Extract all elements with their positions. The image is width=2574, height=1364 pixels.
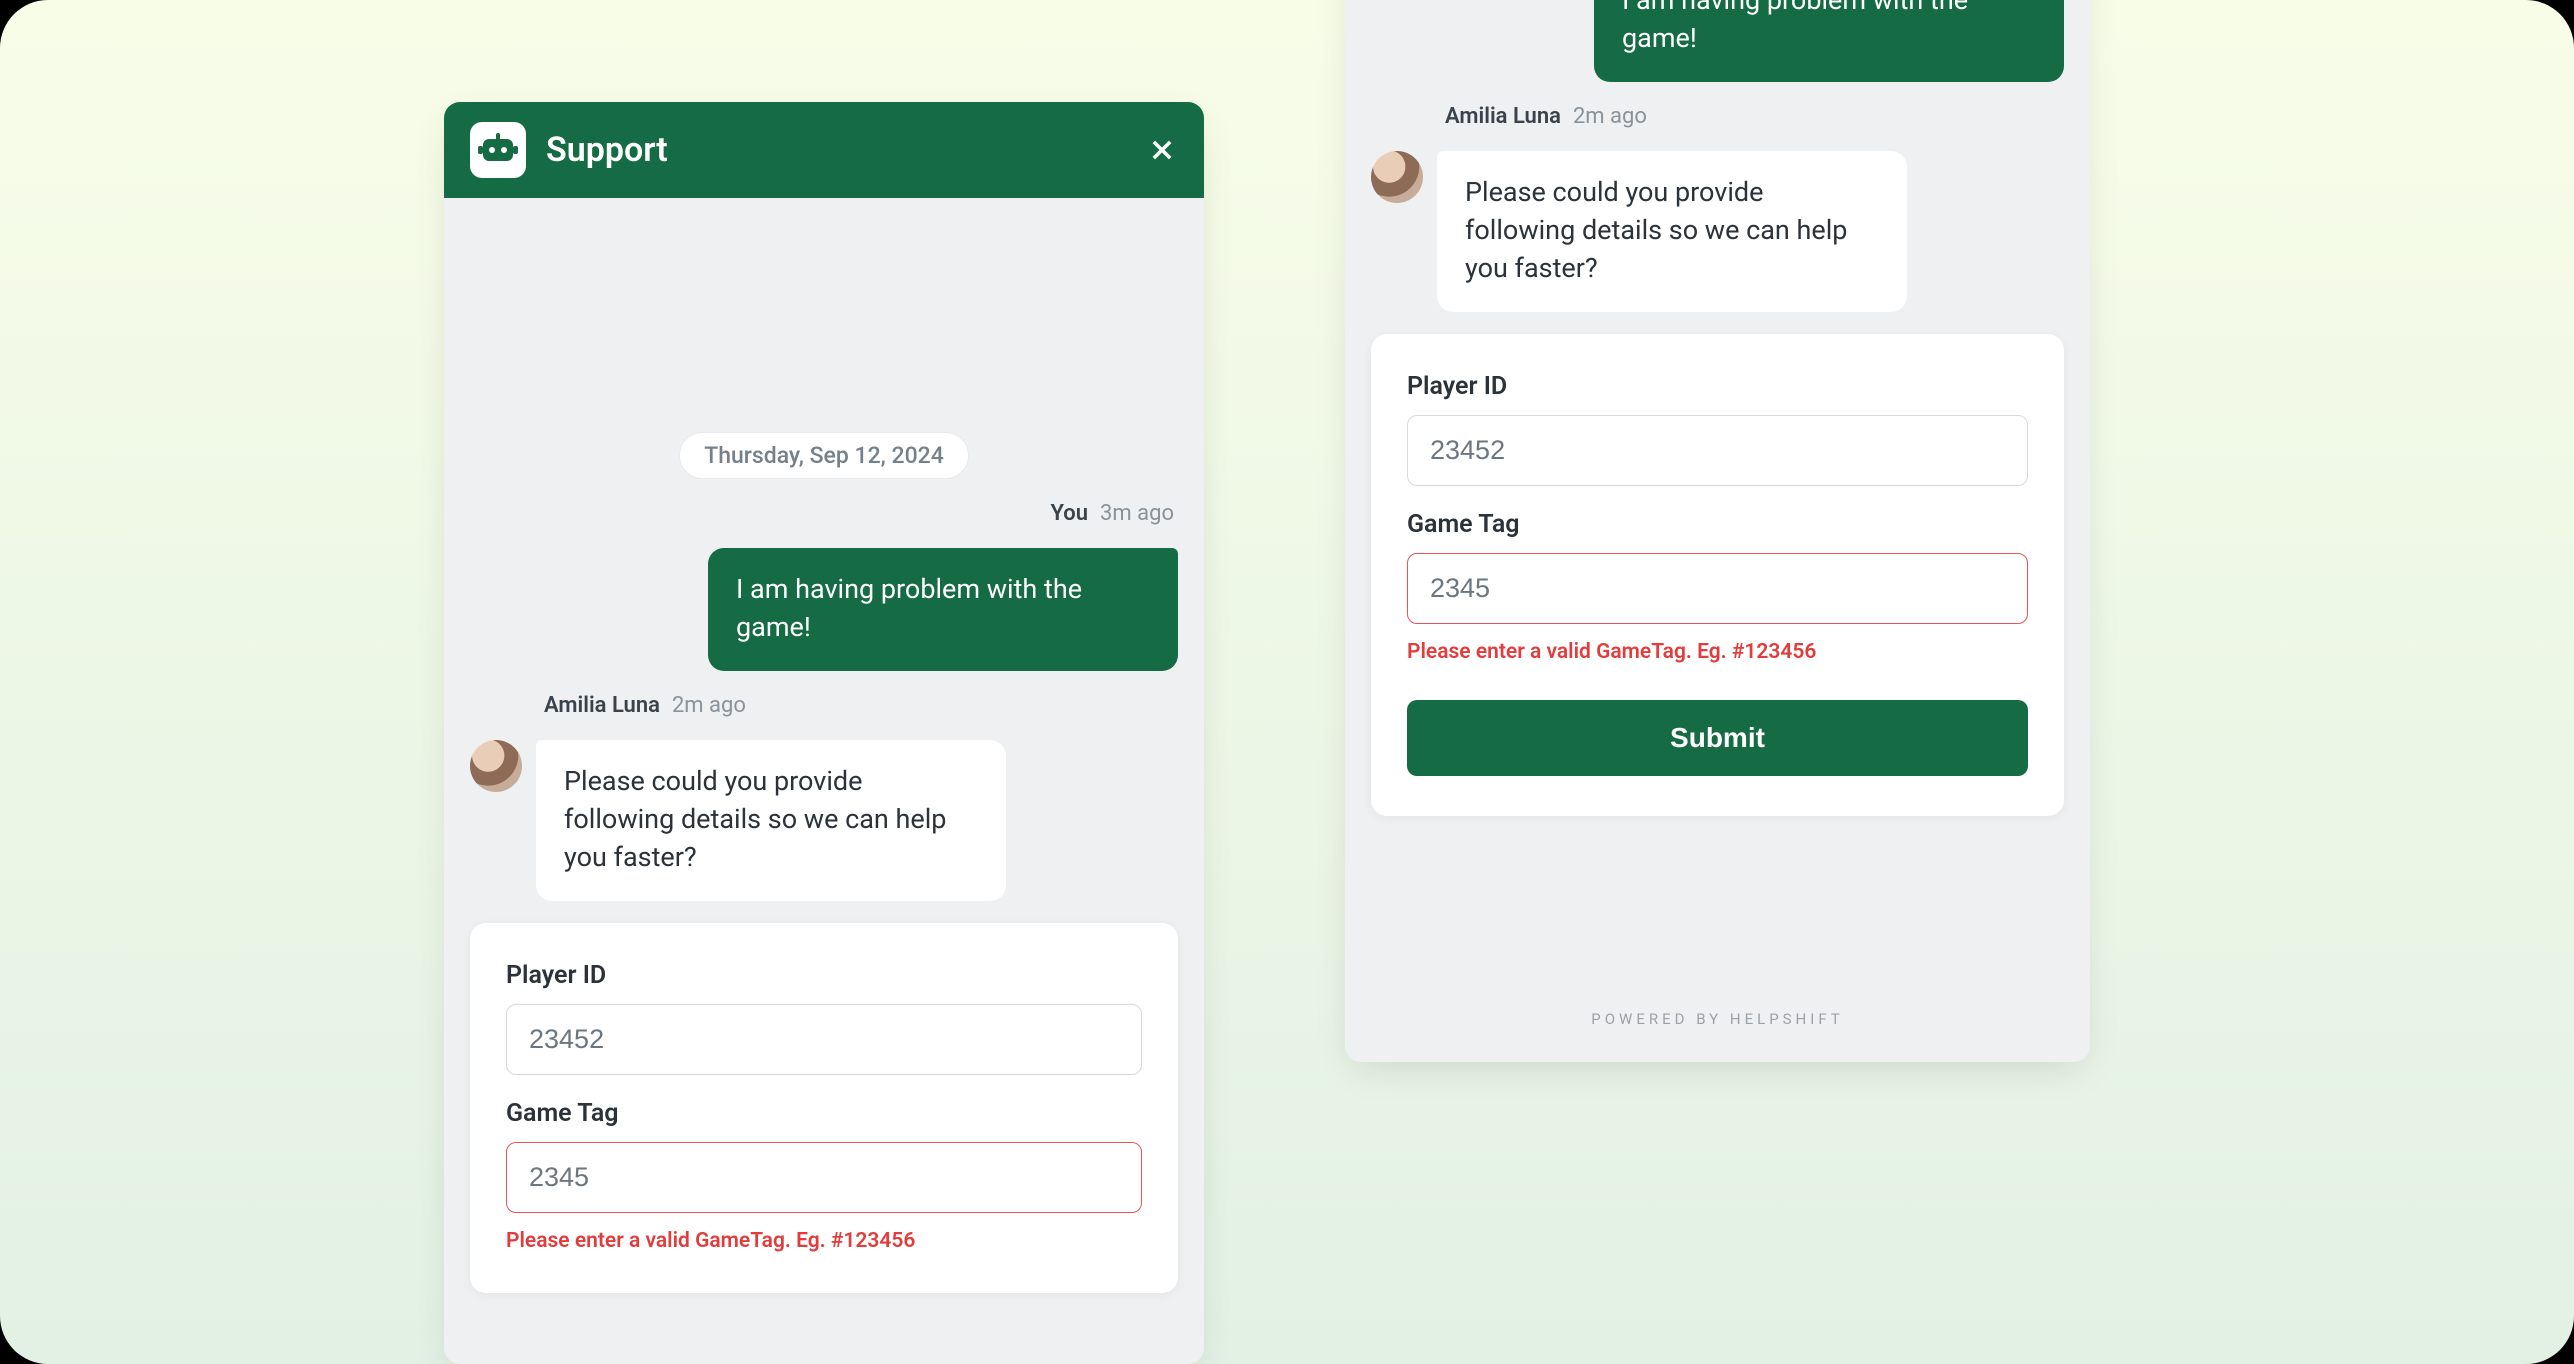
agent-avatar [470, 740, 522, 792]
player-id-input[interactable] [1407, 415, 2028, 486]
player-id-input[interactable] [506, 1004, 1142, 1075]
game-tag-error: Please enter a valid GameTag. Eg. #12345… [1407, 640, 2028, 664]
agent-message-bubble: Please could you provide following detai… [536, 740, 1006, 901]
game-tag-input[interactable] [506, 1142, 1142, 1213]
agent-timestamp: 2m ago [672, 693, 746, 718]
agent-message-meta: Amilia Luna 2m ago [1371, 104, 2064, 129]
bot-icon [470, 122, 526, 178]
game-tag-label: Game Tag [506, 1099, 1142, 1128]
user-label: You [1050, 501, 1088, 526]
submit-button[interactable]: Submit [1407, 700, 2028, 776]
chat-title: Support [546, 130, 1126, 170]
agent-message-meta: Amilia Luna 2m ago [470, 693, 1178, 718]
details-form-card: Player ID Game Tag Please enter a valid … [470, 923, 1178, 1293]
player-id-label: Player ID [1407, 372, 2028, 401]
agent-avatar [1371, 151, 1423, 203]
chat-header: Support [444, 102, 1204, 198]
game-tag-label: Game Tag [1407, 510, 2028, 539]
support-chat-window-left: Support Thursday, Sep 12, 2024 You 3m ag… [444, 102, 1204, 1364]
user-message-bubble: I am having problem with the game! [708, 548, 1178, 671]
agent-name: Amilia Luna [1445, 104, 1561, 129]
user-timestamp: 3m ago [1100, 501, 1174, 526]
powered-by: Powered by Helpshift [1345, 988, 2090, 1062]
close-button[interactable] [1146, 134, 1178, 166]
game-tag-error: Please enter a valid GameTag. Eg. #12345… [506, 1229, 1142, 1253]
date-pill: Thursday, Sep 12, 2024 [679, 432, 969, 479]
agent-name: Amilia Luna [544, 693, 660, 718]
agent-message-bubble: Please could you provide following detai… [1437, 151, 1907, 312]
agent-timestamp: 2m ago [1573, 104, 1647, 129]
game-tag-input[interactable] [1407, 553, 2028, 624]
details-form-card: Player ID Game Tag Please enter a valid … [1371, 334, 2064, 816]
support-chat-window-right: You 3m ago I am having problem with the … [1345, 0, 2090, 1062]
player-id-label: Player ID [506, 961, 1142, 990]
user-message-meta: You 3m ago [470, 501, 1178, 526]
user-message-bubble: I am having problem with the game! [1594, 0, 2064, 82]
